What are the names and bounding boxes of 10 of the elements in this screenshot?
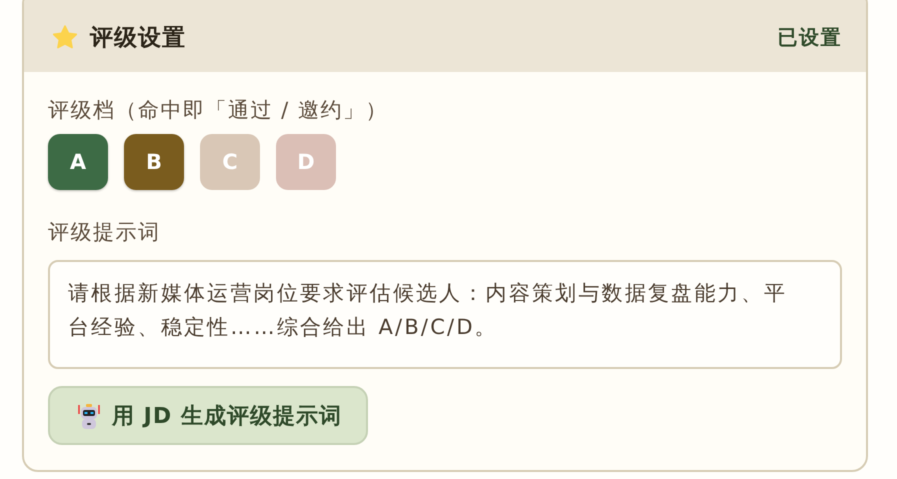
prompt-field[interactable]: 请根据新媒体运营岗位要求评估候选人：内容策划与数据复盘能力、平台经验、稳定性……综合给出 A/B/C/D。 [48,260,842,369]
grade-toggle[interactable]: A [48,134,108,190]
generate-button[interactable]: 用 JD 生成评级提示词 [48,386,368,445]
grade-toggle[interactable]: B [124,134,184,190]
card-title: 评级设置 [90,24,186,52]
robot-icon [76,402,102,430]
field-label: 评级提示词 [48,219,162,246]
star-icon [52,24,78,50]
status-label: 已设置 [778,24,842,50]
field-label: 评级档（命中即「通过 / 邀约」） [48,97,389,124]
